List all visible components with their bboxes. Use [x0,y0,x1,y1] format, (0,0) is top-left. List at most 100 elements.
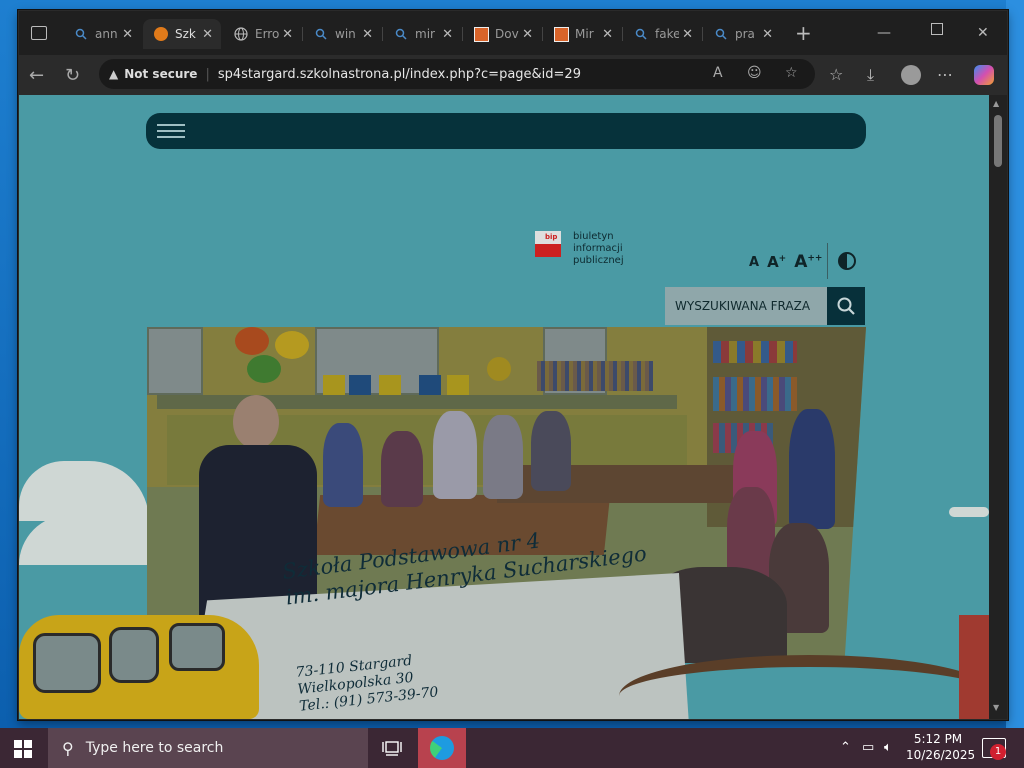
close-icon[interactable]: ✕ [762,27,773,42]
minimize-icon[interactable]: — [877,25,891,41]
copilot-icon[interactable] [974,65,994,85]
tab-5[interactable]: Dov ✕ [463,19,541,49]
search-icon: ⚲ [62,738,74,758]
chevron-up-icon[interactable]: ⌃ [840,740,851,755]
tab-4[interactable]: mir ✕ [383,19,461,49]
downloads-icon[interactable]: ⤓ [867,65,874,85]
child-figure [323,423,363,507]
windows-start-icon[interactable] [14,740,32,758]
tab-6[interactable]: Mir ✕ [543,19,621,49]
favorite-star-icon[interactable]: ☆ [785,65,798,81]
classroom-window [147,327,203,395]
search-icon [633,26,649,42]
url-text[interactable]: sp4stargard.szkolnastrona.pl/index.php?c… [218,67,581,82]
clock-time: 5:12 PM [913,732,963,746]
font-largest-button[interactable]: A++ [794,252,822,272]
volume-icon[interactable]: 🔈︎ [884,740,892,755]
font-larger-sup: + [778,254,787,264]
profile-avatar[interactable] [901,65,921,85]
search-icon [313,26,329,42]
url-field[interactable]: ▲ Not secure | sp4stargard.szkolnastrona… [99,59,815,89]
tab-label: Erro [255,27,279,41]
scroll-up-icon[interactable]: ▲ [993,99,999,108]
tab-2[interactable]: Erro ✕ [223,19,301,49]
search-icon [713,26,729,42]
scroll-thumb[interactable] [994,115,1002,167]
vertical-scrollbar[interactable]: ▲ ▼ [989,95,1007,719]
bip-text: biuletyn informacji publicznej [573,231,675,267]
plant-pot [323,375,345,395]
bip-line1: biuletyn [573,231,614,242]
school-bus-decoration [19,605,269,719]
tab-1-active[interactable]: Szk ✕ [143,19,221,49]
store-icon [473,26,489,42]
globe-icon [233,26,249,42]
close-icon[interactable]: ✕ [602,27,613,42]
tab-8[interactable]: pra ✕ [703,19,781,49]
sidebar-toggle-icon[interactable] [31,26,47,40]
close-icon[interactable]: ✕ [442,27,453,42]
close-window-icon[interactable]: ✕ [977,25,989,41]
font-largest-label: A [794,252,808,272]
more-menu-icon[interactable]: ⋯ [937,65,953,84]
edge-taskbar-button[interactable] [418,728,466,768]
child-figure [381,431,423,507]
bip-link[interactable]: bip biuletyn informacji publicznej [535,231,675,266]
taskbar-search[interactable]: ⚲ Type here to search [48,728,368,768]
bip-line2: informacji publicznej [573,243,624,266]
font-largest-sup: ++ [807,253,823,264]
search-icon [837,297,855,315]
task-view-icon[interactable] [380,736,404,760]
font-larger-button[interactable]: A+ [767,253,786,271]
child-figure [433,411,477,499]
url-divider: | [205,66,210,82]
font-normal-button[interactable]: A [749,255,759,270]
close-icon[interactable]: ✕ [682,27,693,42]
taskbar-search-placeholder: Type here to search [85,740,224,756]
close-icon[interactable]: ✕ [282,27,293,42]
close-icon[interactable]: ✕ [362,27,373,42]
browser-window: ann ✕ Szk ✕ Erro ✕ win ✕ mir ✕ Dov ✕ Mir… [18,10,1008,720]
back-arrow-icon[interactable]: ← [29,65,44,86]
read-aloud-icon[interactable]: A [713,65,723,81]
tab-label: Mir [575,27,594,41]
favorites-icon[interactable]: ☆ [829,65,843,84]
search-button[interactable] [827,287,865,325]
close-icon[interactable]: ✕ [122,27,133,42]
clock[interactable]: 5:12 PM 10/26/2025 [906,731,975,763]
child-figure [789,409,835,529]
tab-label: pra [735,27,755,41]
edge-icon [430,736,454,760]
scroll-down-icon[interactable]: ▼ [993,703,999,712]
house-decoration [959,615,989,719]
tab-7[interactable]: fake ✕ [623,19,701,49]
paper-leaf-decoration [235,327,269,355]
contrast-toggle-icon[interactable] [827,243,866,279]
tab-0[interactable]: ann ✕ [63,19,141,49]
desktop-edge [1006,0,1024,728]
bookshelf-books [537,361,653,391]
hamburger-menu-icon[interactable] [157,124,185,138]
plant-pot [419,375,441,395]
plant-pot [379,375,401,395]
close-icon[interactable]: ✕ [522,27,533,42]
security-status[interactable]: Not secure [124,67,197,81]
search-input[interactable] [665,287,827,325]
new-tab-plus-icon[interactable]: + [795,21,812,45]
bip-logo-icon: bip [535,231,561,257]
tab-label: Dov [495,27,519,41]
refresh-icon[interactable]: ↻ [65,65,80,86]
bookshelf-books [713,377,797,411]
maximize-icon[interactable] [931,23,943,39]
search-icon [73,26,89,42]
plant-pot [447,375,469,395]
store-icon [553,26,569,42]
page-viewport: bip biuletyn informacji publicznej A A+ … [19,95,989,719]
close-icon[interactable]: ✕ [202,27,213,42]
child-figure [531,411,571,491]
network-icon[interactable]: ▭ [862,740,874,755]
font-larger-label: A [767,253,779,271]
tab-3[interactable]: win ✕ [303,19,381,49]
bookshelf-books [713,341,797,363]
extensions-icon[interactable]: ☺ [747,65,762,81]
